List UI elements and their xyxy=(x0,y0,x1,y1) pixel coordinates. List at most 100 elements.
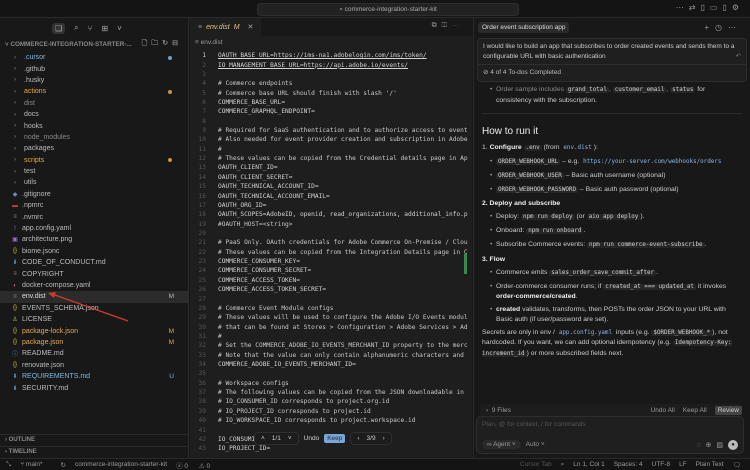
code-line[interactable]: 18 OAUTH_SCOPES=AdobeID, openid, read_org… xyxy=(190,210,472,219)
file-item[interactable]: {} EVENTS_SCHEMA.json xyxy=(0,303,188,314)
problems-indicator[interactable]: ⓧ 0 ⚠ 0 xyxy=(176,460,219,470)
file-item[interactable]: ! app.config.yaml xyxy=(0,223,188,234)
source-control-icon[interactable]: ⑂ xyxy=(88,24,93,33)
undo-button[interactable]: Undo xyxy=(304,435,320,442)
folder-item[interactable]: › .github xyxy=(0,63,188,74)
remote-icon[interactable]: ⤡ xyxy=(6,461,11,469)
code-line[interactable]: 32 # Set the COMMERCE_ADOBE_IO_EVENTS_MER… xyxy=(190,341,472,350)
revert-icon[interactable]: ↶ xyxy=(736,52,741,62)
code-line[interactable]: 14 OAUTH_CLIENT_SECRET= xyxy=(190,173,472,182)
image-icon[interactable]: ▨ xyxy=(716,441,723,449)
sync-icon[interactable]: ↻ xyxy=(61,461,66,469)
code-line[interactable]: 38 # IO_CONSUMER_ID corresponds to projec… xyxy=(190,397,472,406)
breadcrumb[interactable]: ≡ env.dist xyxy=(190,36,472,48)
notifications-icon[interactable]: 🗨 xyxy=(733,461,741,469)
settings-gear-icon[interactable]: ⚙ xyxy=(732,3,744,12)
code-line[interactable]: 9 # Required for SaaS authentication and … xyxy=(190,126,472,135)
outline-section[interactable]: › OUTLINE xyxy=(0,434,189,445)
model-select[interactable]: Auto ˅ xyxy=(526,441,545,448)
code-line[interactable]: 23 COMMERCE_CONSUMER_KEY= xyxy=(190,257,472,266)
folder-item[interactable]: › node_modules xyxy=(0,132,188,143)
extensions-icon[interactable]: ⊞ xyxy=(101,24,108,33)
toggle-chat-icon[interactable]: ▯ xyxy=(722,3,731,12)
new-chat-icon[interactable]: + xyxy=(704,23,715,32)
code-line[interactable]: 28 # Commerce Event Module configs xyxy=(190,304,472,313)
folder-item[interactable]: › .cursor xyxy=(0,52,188,63)
chat-title[interactable]: Order event subscription app xyxy=(478,21,570,33)
cursor-position[interactable]: Ln 1, Col 1 xyxy=(573,461,604,468)
toggle-panel-icon[interactable]: ▭ xyxy=(710,3,723,12)
project-name[interactable]: commerce-integration-starter-kit xyxy=(75,461,167,468)
history-icon[interactable]: ◷ xyxy=(715,23,728,32)
file-item[interactable]: ◆ .gitignore xyxy=(0,189,188,200)
code-line[interactable]: 37 # The following values can be copied f… xyxy=(190,388,472,397)
folder-item[interactable]: › dist xyxy=(0,98,188,109)
file-item[interactable]: {} biome.jsonc xyxy=(0,246,188,257)
more-icon[interactable]: ⋯ xyxy=(728,23,742,32)
folder-item[interactable]: › packages xyxy=(0,143,188,154)
indentation[interactable]: Spaces: 4 xyxy=(614,461,643,468)
keep-button[interactable]: Keep xyxy=(324,434,346,443)
code-line[interactable]: 43 IO_PROJECT_ID= xyxy=(190,444,472,453)
code-line[interactable]: 34 COMMERCE_ADOBE_IO_EVENTS_MERCHANT_ID= xyxy=(190,360,472,369)
code-line[interactable]: 27 xyxy=(190,294,472,303)
more-icon[interactable]: ⋯ xyxy=(452,22,464,29)
eol[interactable]: LF xyxy=(679,461,687,468)
code-line[interactable]: 35 xyxy=(190,369,472,378)
file-item[interactable]: ♙ LICENSE xyxy=(0,314,188,325)
file-item[interactable]: ⬇ SECURITY.md xyxy=(0,382,188,393)
code-line[interactable]: 29 # These values will be used to configu… xyxy=(190,313,472,322)
compare-icon[interactable]: ⧉ xyxy=(432,22,442,29)
more-icon[interactable]: ⋯ xyxy=(676,3,689,12)
folder-item[interactable]: › utils xyxy=(0,177,188,188)
code-line[interactable]: 30 # that can be found at Stores > Config… xyxy=(190,322,472,331)
prev-file-icon[interactable]: ‹ xyxy=(357,435,359,442)
command-center-search[interactable]: ⌕ commerce-integration-starter-kit xyxy=(257,3,519,16)
file-item[interactable]: ⬇ REQUIREMENTS.md U xyxy=(0,371,188,382)
close-icon[interactable]: ✕ xyxy=(248,23,254,31)
file-item[interactable]: ⓘ README.md xyxy=(0,348,188,359)
file-item[interactable]: ⬇ CODE_OF_CONDUCT.md xyxy=(0,257,188,268)
code-line[interactable]: 40 # IO_WORKSPACE_ID corresponds to proje… xyxy=(190,416,472,425)
file-item[interactable]: {} package-lock.json M xyxy=(0,325,188,336)
file-item[interactable]: ≡ env.dist M xyxy=(0,291,188,303)
layout-controls[interactable]: ⋯⇄▯▭▯⚙ xyxy=(676,3,744,12)
code-line[interactable]: 7 COMMERCE_GRAPHQL_ENDPOINT= xyxy=(190,107,472,116)
code-area[interactable]: 1 OAUTH_BASE_URL=https://ims-na1.adobelog… xyxy=(190,51,472,453)
code-line[interactable]: 31 # xyxy=(190,332,472,341)
explorer-root[interactable]: ˅ COMMERCE-INTEGRATION-STARTER-... 🗋🗀↻⊟ xyxy=(0,38,188,50)
folder-item[interactable]: › .husky xyxy=(0,75,188,86)
swap-icon[interactable]: ⇄ xyxy=(689,3,701,12)
folder-item[interactable]: › test xyxy=(0,166,188,177)
file-item[interactable]: ▣ architecture.png xyxy=(0,234,188,245)
globe-icon[interactable]: ⊕ xyxy=(706,441,712,449)
todos-summary[interactable]: ⊘ 4 of 4 To-dos Completed xyxy=(478,64,746,81)
folder-item[interactable]: › docs xyxy=(0,109,188,120)
code-line[interactable]: 5 # Commerce base URL should finish with … xyxy=(190,88,472,97)
code-line[interactable]: 10 # Also needed for event provider creat… xyxy=(190,135,472,144)
explorer-actions[interactable]: 🗋🗀↻⊟ xyxy=(142,39,182,50)
folder-item[interactable]: › scripts xyxy=(0,155,188,166)
file-item[interactable]: {} package.json M xyxy=(0,337,188,348)
code-line[interactable]: 3 xyxy=(190,70,472,79)
timeline-section[interactable]: › TIMELINE xyxy=(0,446,189,457)
code-line[interactable]: 39 # IO_PROJECT_ID corresponds to project… xyxy=(190,407,472,416)
chat-input[interactable]: Plan, @ for context, / for commands ∞ Ag… xyxy=(476,416,744,454)
code-line[interactable]: 15 OAUTH_TECHNICAL_ACCOUNT_ID= xyxy=(190,182,472,191)
code-line[interactable]: 13 OAUTH_CLIENT_ID= xyxy=(190,163,472,172)
webhook-url-link[interactable]: https://your-server.com/webhooks/orders xyxy=(581,159,723,165)
keep-all-button[interactable]: Keep All xyxy=(683,407,707,414)
code-line[interactable]: 11 # xyxy=(190,145,472,154)
file-item[interactable]: ▬ .npmrc xyxy=(0,200,188,211)
review-button[interactable]: Review xyxy=(714,405,742,415)
code-line[interactable]: 1 OAUTH_BASE_URL=https://ims-na1.adobelog… xyxy=(190,51,472,60)
file-item[interactable]: ≡ .nvmrc xyxy=(0,211,188,222)
microphone-icon[interactable]: ● xyxy=(728,440,738,450)
file-item[interactable]: {} renovate.json xyxy=(0,360,188,371)
undo-all-button[interactable]: Undo All xyxy=(651,407,675,414)
split-editor-icon[interactable]: ◫ xyxy=(442,22,452,29)
chevron-up-icon[interactable]: ˄ xyxy=(261,435,265,442)
code-line[interactable]: 4 # Commerce endpoints xyxy=(190,79,472,88)
code-line[interactable]: 33 # Note that the value can only contain… xyxy=(190,351,472,360)
agent-mode-select[interactable]: ∞ Agent ˅ xyxy=(482,440,521,449)
